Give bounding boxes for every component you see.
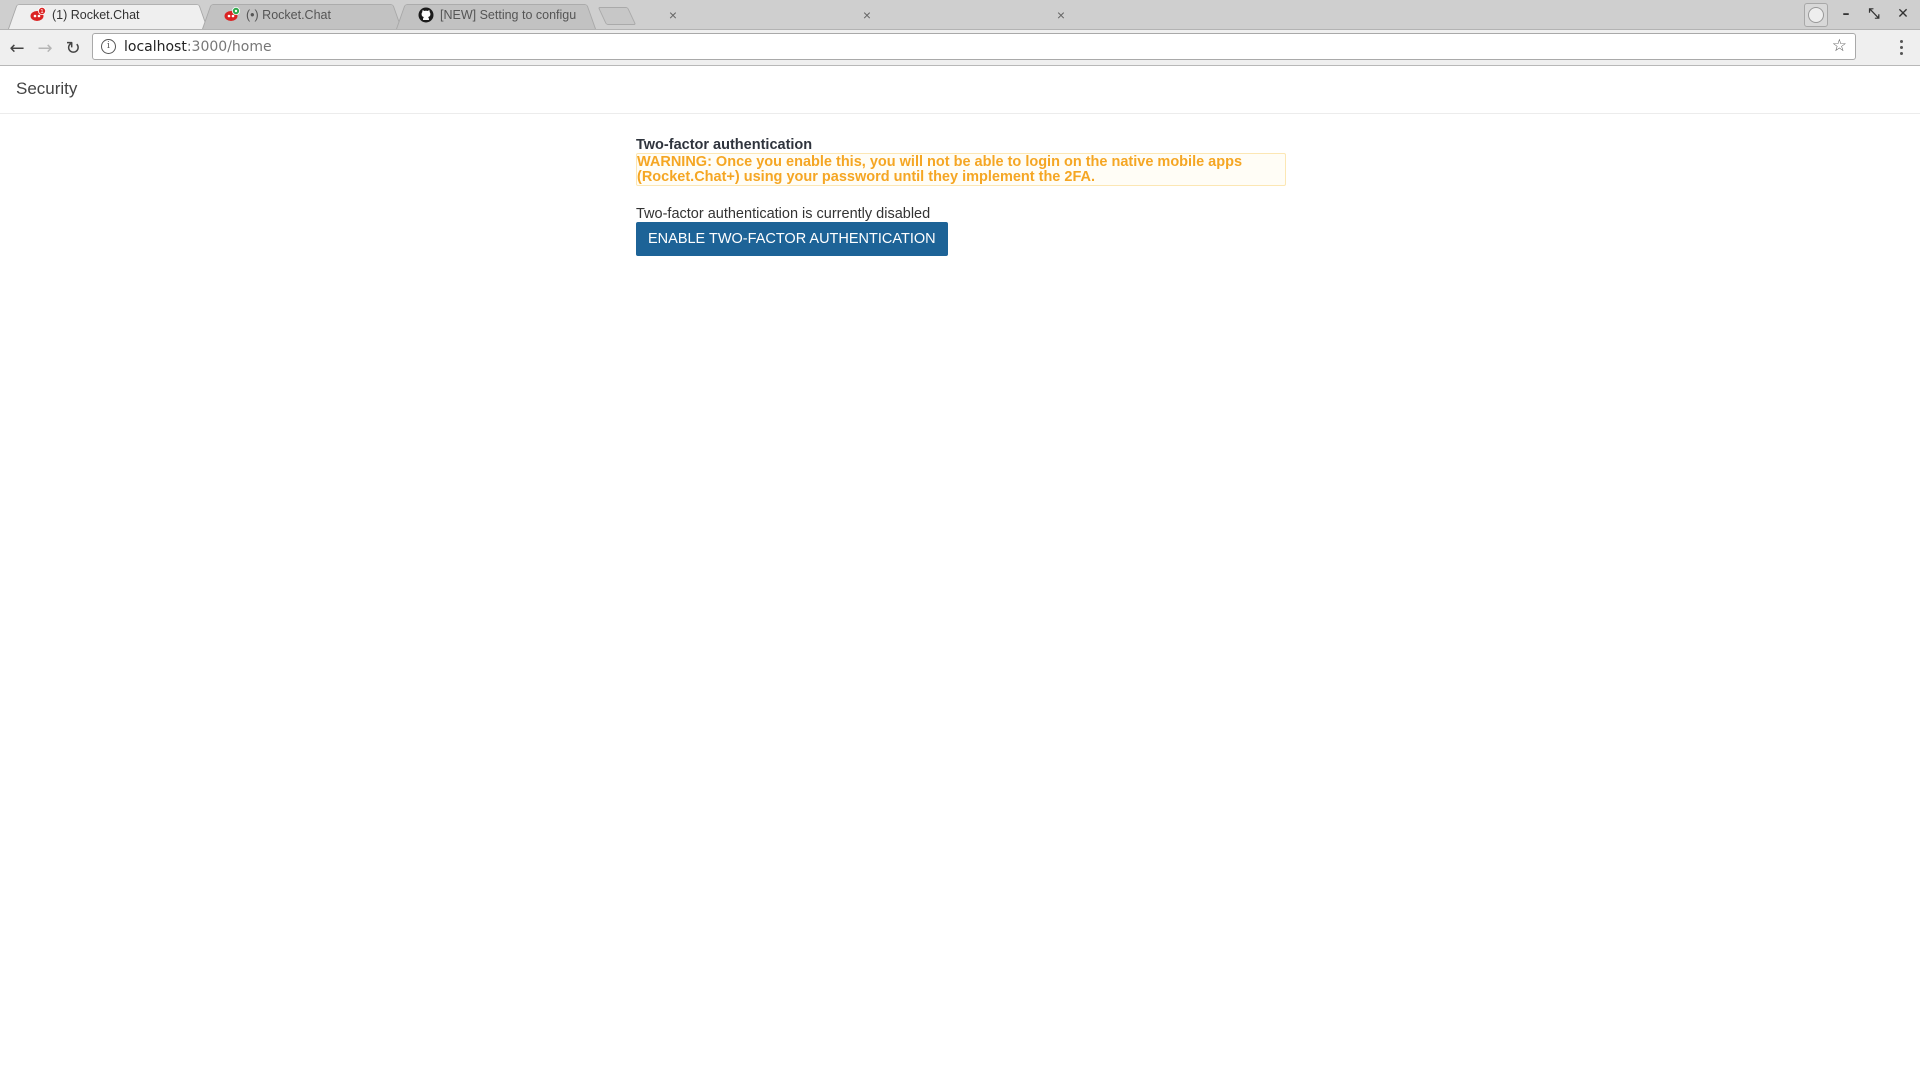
url-text: localhost:3000/home: [124, 39, 272, 55]
browser-tab-strip: 1 (1) Rocket.Chat × (•) Rocket.Chat × [N…: [0, 0, 1920, 30]
reload-button[interactable]: ↻: [61, 36, 85, 60]
warning-message: WARNING: Once you enable this, you will …: [636, 153, 1286, 186]
forward-button[interactable]: →: [33, 36, 57, 60]
user-profile-icon: [1808, 7, 1824, 23]
rocket-chat-icon: [224, 7, 240, 23]
browser-menu-icon[interactable]: [1894, 34, 1908, 60]
dot: [1899, 45, 1903, 49]
tab-content: [NEW] Setting to configu ×: [418, 1, 1068, 29]
address-bar[interactable]: i localhost:3000/home ☆: [92, 33, 1856, 60]
url-path: :3000/home: [186, 38, 272, 55]
page-title: Security: [16, 79, 78, 98]
profile-button[interactable]: [1804, 3, 1828, 27]
restore-button[interactable]: ⤡: [1864, 4, 1884, 24]
tab-close-icon[interactable]: ×: [1054, 7, 1068, 23]
dot: [1899, 51, 1903, 55]
browser-toolbar: ← → ↻ i localhost:3000/home ☆: [0, 30, 1920, 66]
minimize-button[interactable]: –: [1836, 4, 1856, 24]
tab-title: [NEW] Setting to configu: [440, 8, 577, 22]
two-factor-section: Two-factor authentication WARNING: Once …: [636, 137, 1286, 256]
browser-tab-rocketchat-1[interactable]: 1 (1) Rocket.Chat ×: [8, 1, 677, 29]
svg-text:1: 1: [40, 9, 44, 15]
github-icon: [418, 7, 434, 23]
url-host: localhost: [124, 38, 187, 55]
section-title: Two-factor authentication: [636, 137, 813, 153]
enable-two-factor-button[interactable]: ENABLE TWO-FACTOR AUTHENTICATION: [636, 222, 948, 256]
browser-tab-rocketchat-2[interactable]: (•) Rocket.Chat ×: [202, 1, 871, 29]
back-button[interactable]: ←: [5, 36, 29, 60]
close-window-button[interactable]: ✕: [1893, 4, 1913, 24]
bookmark-star-icon[interactable]: ☆: [1832, 36, 1847, 56]
browser-tab-github[interactable]: [NEW] Setting to configu ×: [396, 1, 1065, 29]
two-factor-status: Two-factor authentication is currently d…: [636, 206, 931, 222]
site-info-icon[interactable]: i: [101, 39, 116, 54]
page-header: Security: [0, 66, 1920, 114]
rocket-chat-icon: 1: [30, 7, 46, 23]
dot: [1899, 39, 1903, 43]
